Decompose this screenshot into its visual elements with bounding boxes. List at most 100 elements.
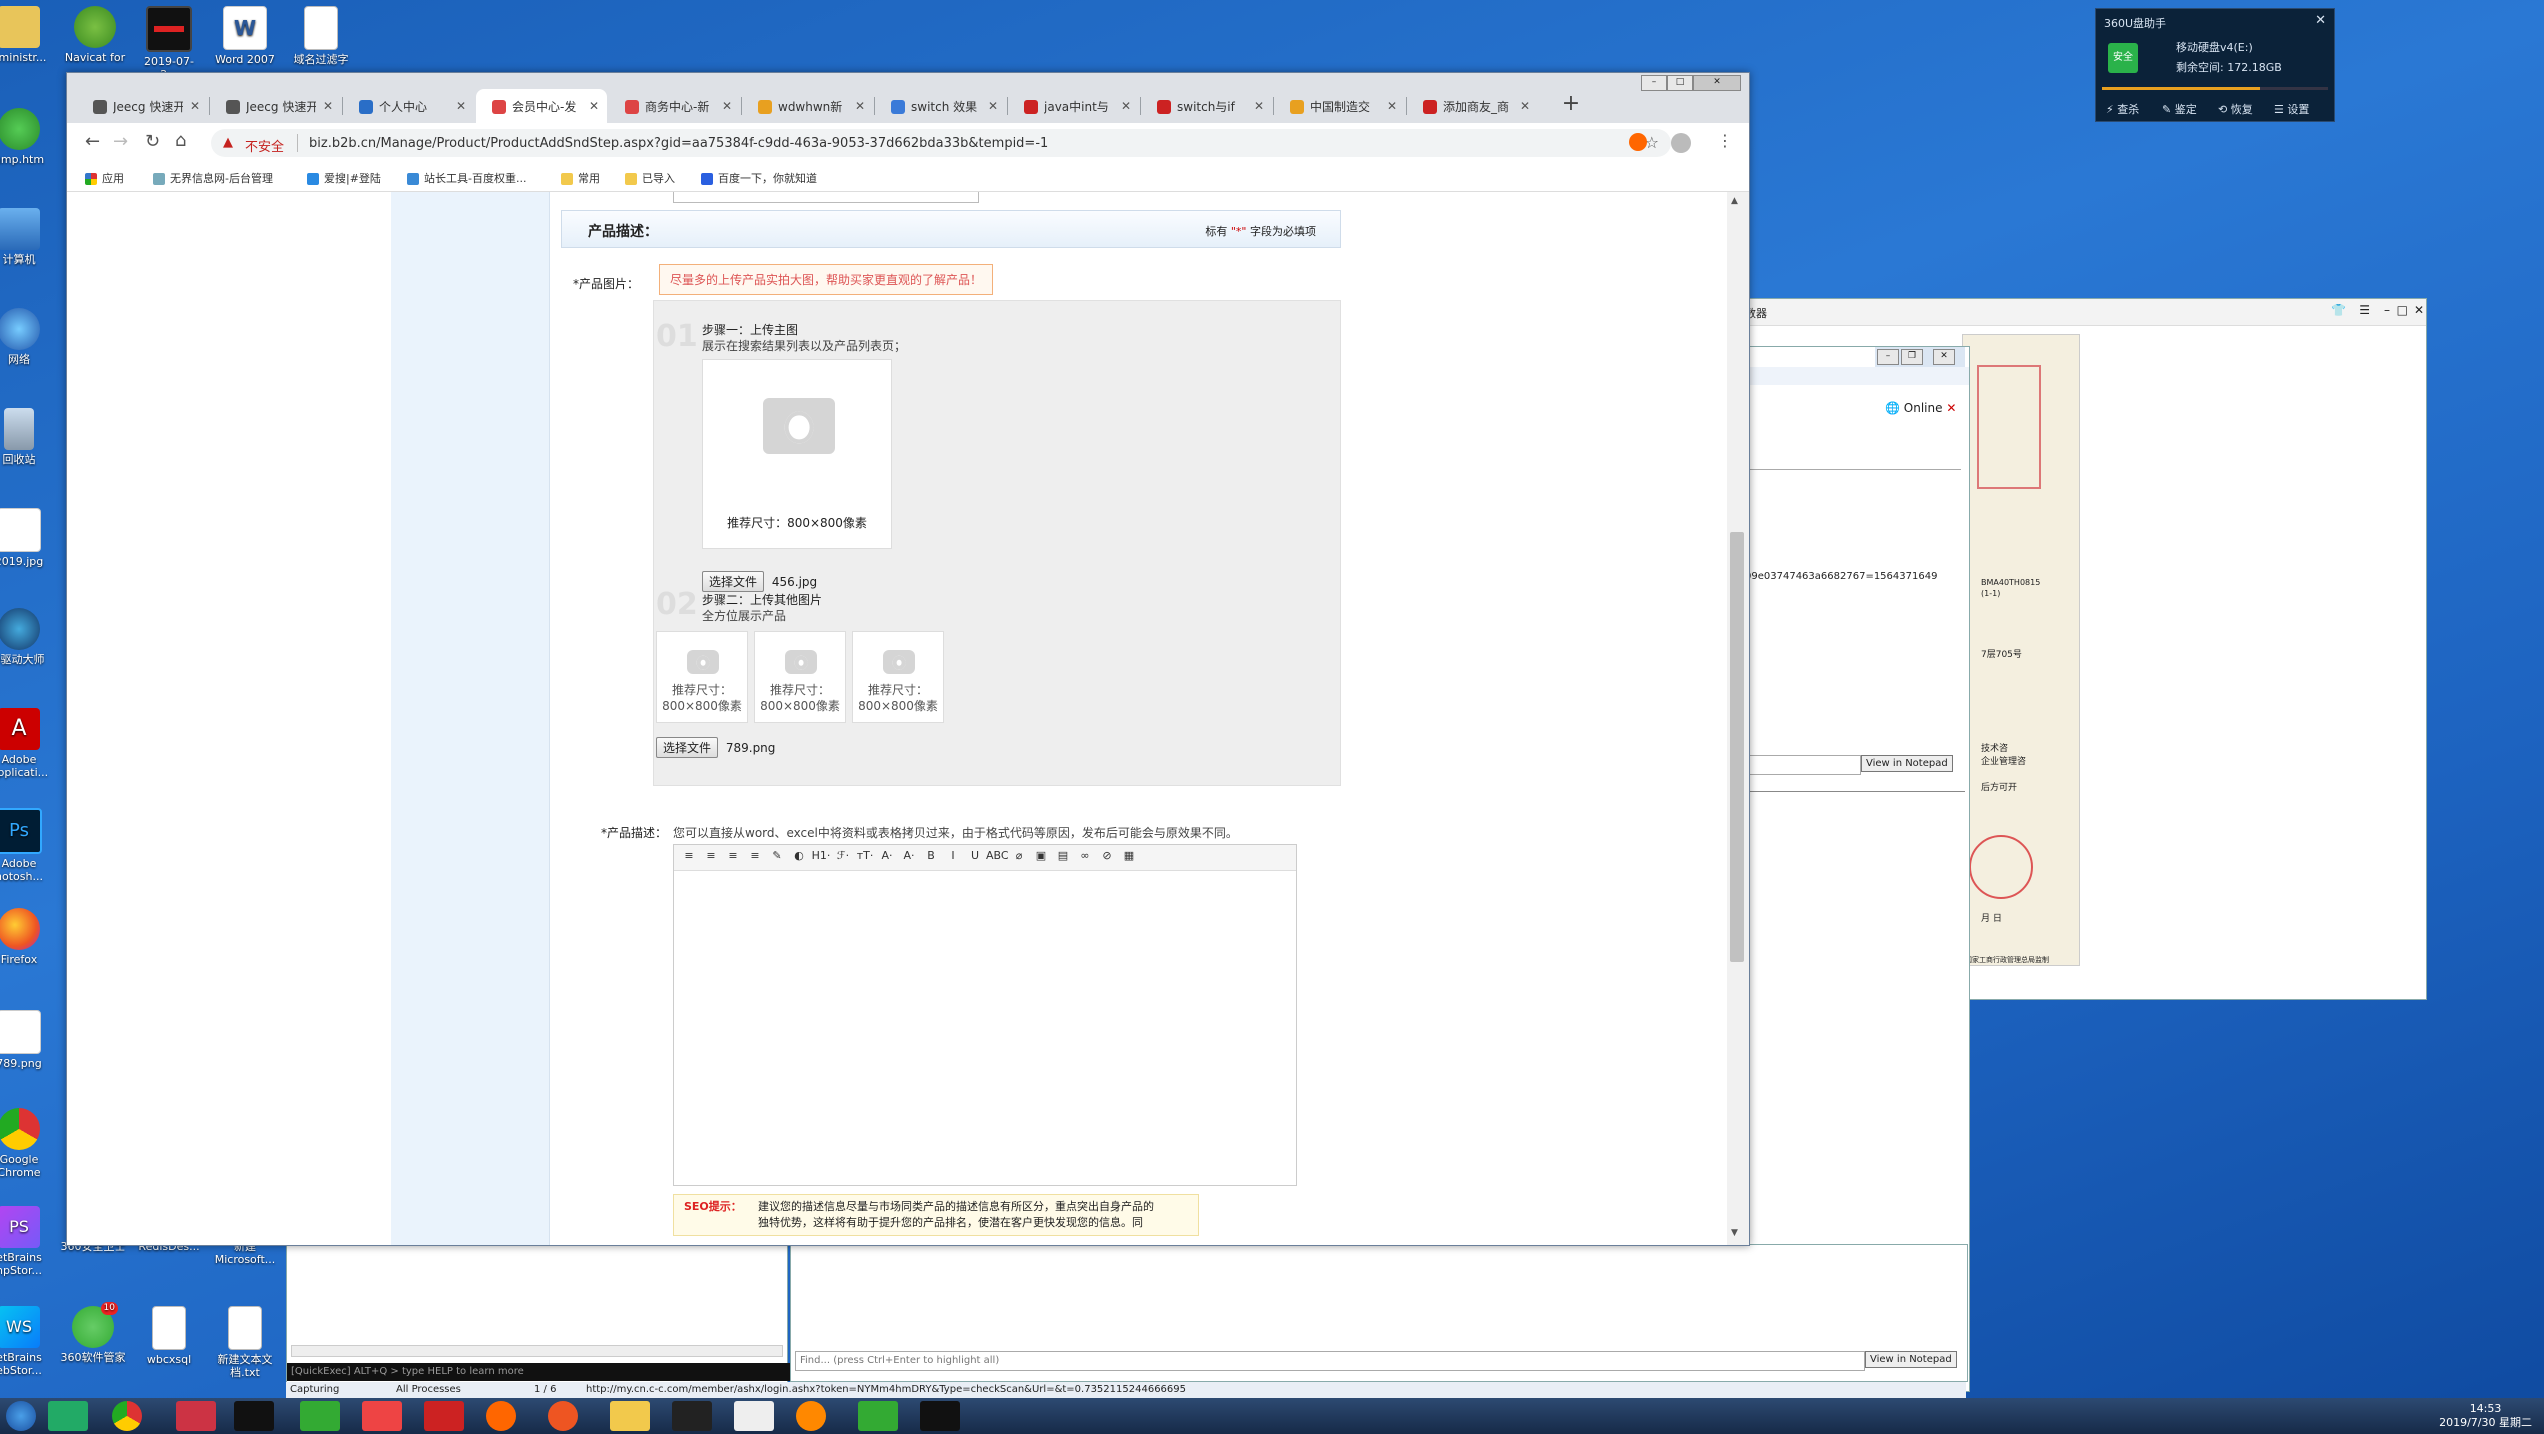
editor-toolbar-button[interactable]: ≡: [678, 845, 700, 867]
page-scrollbar[interactable]: ▲ ▼: [1727, 192, 1749, 1245]
shirt-icon[interactable]: 👕: [2331, 303, 2346, 317]
address-bar[interactable]: ▲ 不安全 biz.b2b.cn/Manage/Product/ProductA…: [211, 129, 1671, 157]
taskbar-search[interactable]: [796, 1401, 826, 1431]
desktop-icon-admin[interactable]: dministr...: [0, 6, 52, 64]
editor-toolbar-button[interactable]: ⌀: [1008, 845, 1030, 867]
new-tab-button[interactable]: +: [1557, 91, 1585, 119]
desktop-icon-word[interactable]: W Word 2007: [212, 6, 278, 66]
scroll-up-icon[interactable]: ▲: [1731, 196, 1738, 206]
desktop-icon-recording[interactable]: 2019-07-2...: [136, 6, 202, 81]
back-icon[interactable]: ←: [85, 131, 100, 152]
desktop-icon-ump[interactable]: ump.htm: [0, 108, 52, 166]
editor-toolbar-button[interactable]: ≡: [744, 845, 766, 867]
menu-icon[interactable]: ☰: [2359, 303, 2370, 317]
editor-toolbar-button[interactable]: B: [920, 845, 942, 867]
desktop-icon-png[interactable]: 789.png: [0, 1010, 52, 1070]
desktop-icon-jpg[interactable]: 2019.jpg: [0, 508, 52, 568]
close-tab-icon[interactable]: ✕: [855, 89, 865, 123]
taskbar-navicat[interactable]: [300, 1401, 340, 1431]
settings-button[interactable]: ☰ 设置: [2274, 101, 2309, 117]
choose-file-button[interactable]: 选择文件: [702, 571, 765, 592]
scroll-down-icon[interactable]: ▼: [1731, 1228, 1738, 1238]
close-icon[interactable]: ✕: [1933, 349, 1955, 365]
close-tab-icon[interactable]: ✕: [323, 89, 333, 123]
close-tab-icon[interactable]: ✕: [1121, 89, 1131, 123]
taskbar-intellij[interactable]: [234, 1401, 274, 1431]
desktop-icon-firefox[interactable]: Firefox: [0, 908, 52, 966]
close-tab-icon[interactable]: ✕: [988, 89, 998, 123]
close-icon[interactable]: ✕: [2414, 303, 2424, 317]
scrollbar-thumb[interactable]: [1730, 532, 1744, 962]
menu-icon[interactable]: ⋮: [1717, 131, 1733, 150]
taskbar-app3[interactable]: [486, 1401, 516, 1431]
identify-button[interactable]: ✎ 鉴定: [2162, 101, 2197, 117]
editor-toolbar-button[interactable]: ℱ·: [832, 845, 854, 867]
close-tab-icon[interactable]: ✕: [190, 89, 200, 123]
desktop-icon-webstorm[interactable]: WS etBrains ebStor...: [0, 1306, 52, 1377]
bookmark-aisou[interactable]: 爱搜|#登陆: [307, 170, 381, 186]
choose-file-button[interactable]: 选择文件: [656, 737, 719, 758]
bookmark-zhanzhang[interactable]: 站长工具-百度权重...: [407, 170, 526, 186]
close-tab-icon[interactable]: ✕: [589, 89, 599, 123]
desktop-icon-photoshop[interactable]: Ps Adobe hotosh...: [0, 808, 52, 883]
taskbar-terminal[interactable]: [672, 1401, 712, 1431]
main-image-preview[interactable]: 推荐尺寸：800×800像素: [702, 359, 892, 549]
desktop-icon-textfile[interactable]: 域名过滤字: [288, 6, 354, 66]
editor-toolbar-button[interactable]: ≡: [722, 845, 744, 867]
editor-toolbar-button[interactable]: U: [964, 845, 986, 867]
desktop-icon-driver[interactable]: 0驱动大师: [0, 608, 52, 666]
close-icon[interactable]: ✕: [2315, 13, 2326, 28]
taskbar-app[interactable]: [176, 1401, 216, 1431]
close-icon[interactable]: ✕: [1693, 75, 1741, 91]
extra-image-slot[interactable]: 推荐尺寸： 800×800像素: [754, 631, 846, 723]
browser-tab[interactable]: java中int与 ✕: [1008, 89, 1139, 123]
editor-toolbar-button[interactable]: ▣: [1030, 845, 1052, 867]
editor-toolbar-button[interactable]: ABC: [986, 845, 1009, 867]
security-label[interactable]: 不安全: [245, 136, 284, 155]
restore-icon[interactable]: ❐: [1901, 349, 1923, 365]
quickexec-input[interactable]: [QuickExec] ALT+Q > type HELP to learn m…: [287, 1363, 791, 1381]
capturing-toggle[interactable]: Capturing: [290, 1382, 339, 1398]
taskbar-app2[interactable]: [362, 1401, 402, 1431]
browser-tab[interactable]: Jeecg 快速开 ✕: [210, 89, 341, 123]
taskbar-chrome[interactable]: [112, 1401, 142, 1431]
desktop-icon-adobe-app[interactable]: A Adobe Applicati...: [0, 708, 52, 779]
editor-toolbar-button[interactable]: ◐: [788, 845, 810, 867]
minimize-icon[interactable]: –: [1641, 75, 1667, 91]
taskbar-app5[interactable]: [920, 1401, 960, 1431]
editor-toolbar-button[interactable]: ✎: [766, 845, 788, 867]
browser-tab[interactable]: switch与if ✕: [1141, 89, 1272, 123]
editor-toolbar-button[interactable]: ∞: [1074, 845, 1096, 867]
bookmark-apps[interactable]: 应用: [85, 170, 124, 186]
minimize-icon[interactable]: –: [1877, 349, 1899, 365]
close-tab-icon[interactable]: ✕: [456, 89, 466, 123]
desktop-icon-newtxt[interactable]: 新建文本文档.txt: [212, 1306, 278, 1379]
view-in-notepad-button[interactable]: View in Notepad: [1865, 1351, 1957, 1368]
close-tab-icon[interactable]: ✕: [1520, 89, 1530, 123]
editor-toolbar-button[interactable]: I: [942, 845, 964, 867]
browser-tab[interactable]: Jeecg 快速开 ✕: [77, 89, 208, 123]
browser-tab[interactable]: switch 效果 ✕: [875, 89, 1006, 123]
start-button[interactable]: [6, 1401, 36, 1431]
taskbar-360[interactable]: [48, 1401, 88, 1431]
desktop-icon-computer[interactable]: 计算机: [0, 208, 52, 266]
editor-toolbar-button[interactable]: ▦: [1118, 845, 1140, 867]
editor-toolbar-button[interactable]: тT·: [854, 845, 876, 867]
editor-toolbar-button[interactable]: A·: [876, 845, 898, 867]
clock[interactable]: 14:53 2019/7/30 星期二: [2439, 1402, 2532, 1430]
browser-tab[interactable]: 添加商友_商 ✕: [1407, 89, 1538, 123]
bookmark-admin[interactable]: 无界信息网-后台管理: [153, 170, 273, 186]
extra-image-slot[interactable]: 推荐尺寸： 800×800像素: [852, 631, 944, 723]
editor-toolbar-button[interactable]: H1·: [810, 845, 832, 867]
browser-tab[interactable]: 个人中心 ✕: [343, 89, 474, 123]
taskbar-app4[interactable]: [858, 1401, 898, 1431]
editor-toolbar-button[interactable]: ▤: [1052, 845, 1074, 867]
close-tab-icon[interactable]: ✕: [1254, 89, 1264, 123]
taskbar-redis[interactable]: [424, 1401, 464, 1431]
forward-icon[interactable]: →: [113, 131, 128, 152]
horizontal-scrollbar[interactable]: [291, 1345, 783, 1357]
taskbar-firefox[interactable]: [548, 1401, 578, 1431]
maximize-icon[interactable]: □: [1667, 75, 1693, 91]
bookmark-folder-imported[interactable]: 已导入: [625, 170, 675, 186]
close-tab-icon[interactable]: ✕: [722, 89, 732, 123]
